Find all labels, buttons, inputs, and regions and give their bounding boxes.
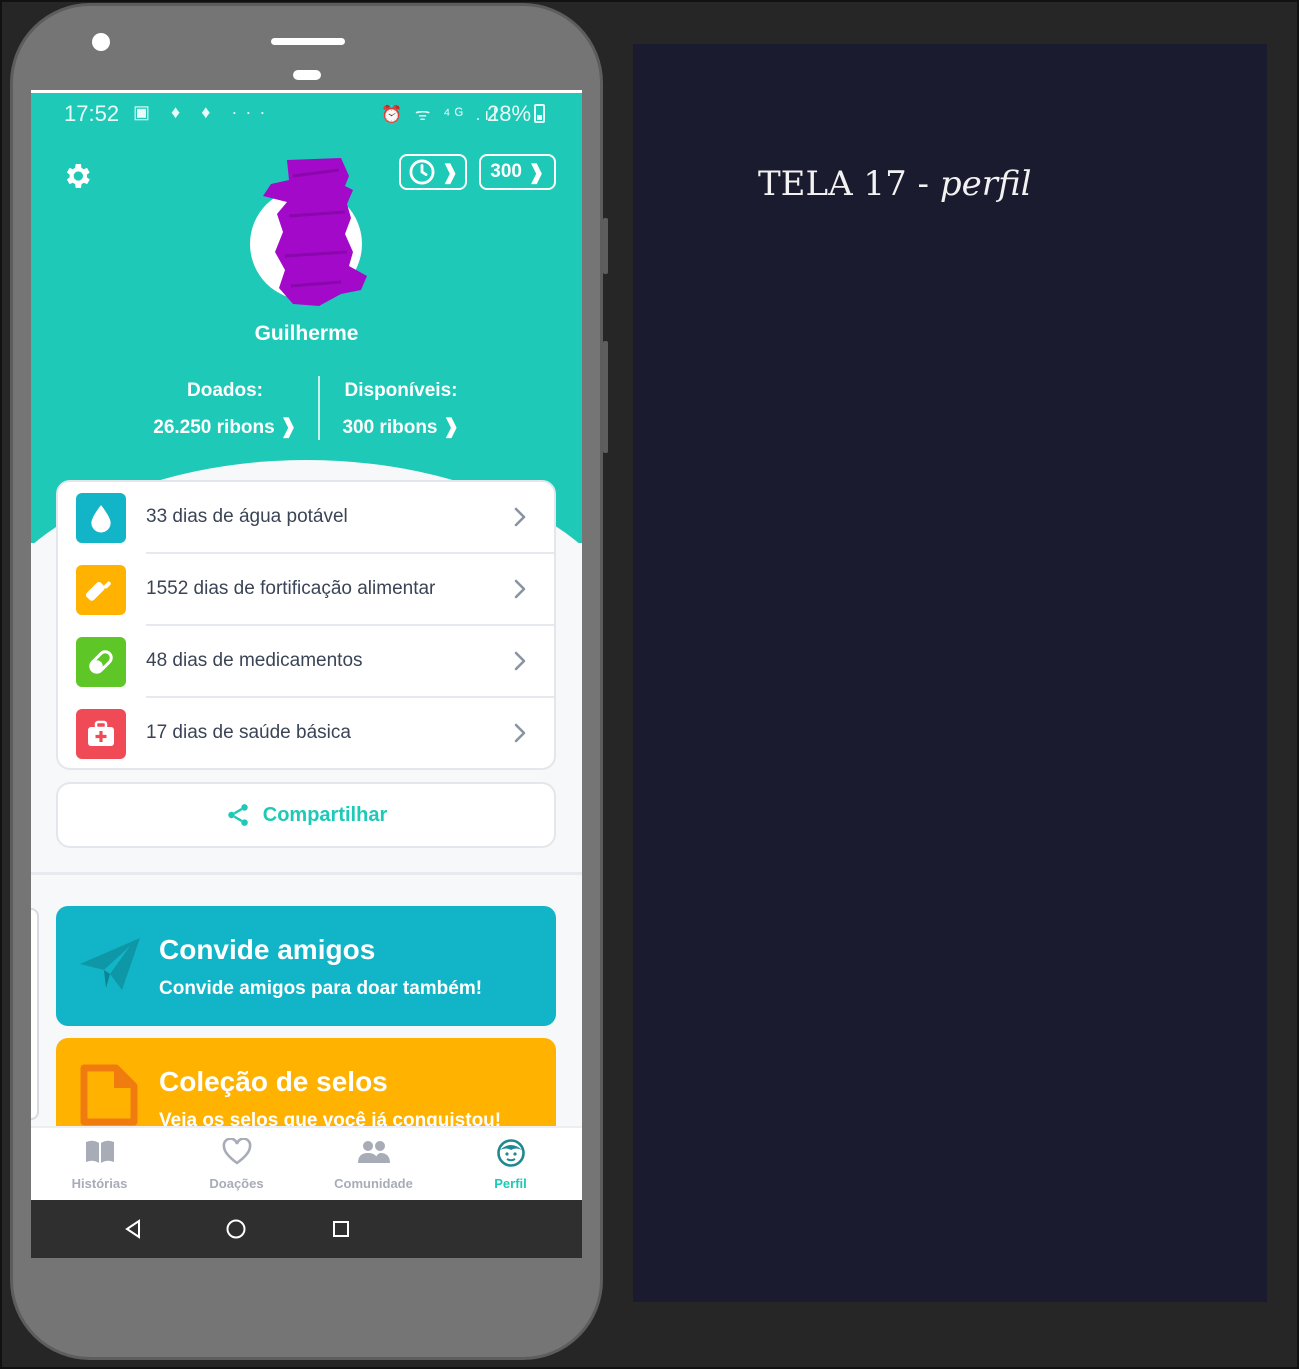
list-item-health[interactable]: 17 dias de saúde básica xyxy=(58,698,554,770)
invite-subtitle: Convide amigos para doar também! xyxy=(159,978,483,999)
nav-label-community: Comunidade xyxy=(334,1176,413,1191)
donated-stat: Doados: 26.250 ribons ❱ xyxy=(125,380,325,439)
share-button[interactable]: Compartilhar xyxy=(56,782,556,848)
notification-icons: ▣ ♦ ♦ ··· xyxy=(133,102,274,122)
caption-separator: - xyxy=(906,164,940,204)
gear-icon[interactable] xyxy=(61,160,93,192)
book-icon xyxy=(85,1140,114,1163)
people-icon xyxy=(357,1141,390,1163)
ribbon-icon: ❱ xyxy=(442,414,460,438)
phone-mockup: 17:52 ▣ ♦ ♦ ··· ⏰ ᯤ ⁴ᴳ .ıl 28% ❱ 300 ❱ G… xyxy=(10,3,608,1360)
pill-icon xyxy=(76,637,126,687)
power-button xyxy=(603,341,608,453)
ribbon-balance-value: 300 xyxy=(490,161,522,182)
impact-list: 33 dias de água potável 1552 dias de for… xyxy=(56,480,556,770)
front-camera xyxy=(92,33,110,51)
invite-friends-card[interactable]: Convide amigos Convide amigos para doar … xyxy=(56,906,556,1026)
stamp-document-icon xyxy=(80,1064,138,1126)
available-value-row: 300 ribons ❱ xyxy=(301,416,501,439)
nav-item-donations[interactable]: Doações xyxy=(168,1128,305,1203)
history-timer-button[interactable]: ❱ xyxy=(399,154,467,190)
volume-button xyxy=(603,218,608,274)
status-time: 17:52 xyxy=(64,101,120,126)
paper-plane-icon xyxy=(80,938,140,990)
carousel-previous-card[interactable] xyxy=(31,908,39,1120)
baby-bottle-icon xyxy=(76,565,126,615)
stamps-title: Coleção de selos xyxy=(159,1066,388,1097)
ribbon-icon: ❱ xyxy=(527,160,545,184)
chevron-right-icon xyxy=(514,723,526,743)
nav-label-profile: Perfil xyxy=(494,1176,527,1191)
connectivity-icons: ⏰ ᯤ ⁴ᴳ .ıl xyxy=(381,105,501,124)
system-navigation-bar xyxy=(31,1200,582,1258)
available-stat: Disponíveis: 300 ribons ❱ xyxy=(301,380,501,439)
donated-label: Doados: xyxy=(187,380,263,401)
first-aid-kit-icon xyxy=(76,709,126,759)
list-item-label: 33 dias de água potável xyxy=(146,506,348,527)
status-bar: 17:52 ▣ ♦ ♦ ··· ⏰ ᯤ ⁴ᴳ .ıl 28% xyxy=(31,98,582,130)
earpiece-speaker xyxy=(271,38,345,45)
list-item-water[interactable]: 33 dias de água potável xyxy=(58,482,554,554)
recent-apps-icon[interactable] xyxy=(331,1218,351,1240)
list-item-medicine[interactable]: 48 dias de medicamentos xyxy=(58,626,554,698)
app-screen: 17:52 ▣ ♦ ♦ ··· ⏰ ᯤ ⁴ᴳ .ıl 28% ❱ 300 ❱ G… xyxy=(31,90,582,1258)
share-label: Compartilhar xyxy=(262,803,388,826)
avatar-redaction-scribble xyxy=(263,158,367,306)
nav-item-community[interactable]: Comunidade xyxy=(305,1128,442,1203)
available-label: Disponíveis: xyxy=(344,380,458,401)
water-drop-icon xyxy=(76,493,126,543)
nav-item-histories[interactable]: Histórias xyxy=(31,1128,168,1203)
ribbon-icon: ❱ xyxy=(441,160,459,184)
list-item-label: 1552 dias de fortificação alimentar xyxy=(146,578,436,599)
list-item-label: 48 dias de medicamentos xyxy=(146,650,363,671)
home-icon[interactable] xyxy=(225,1218,247,1240)
available-value: 300 ribons xyxy=(342,417,438,438)
chevron-right-icon xyxy=(514,579,526,599)
ribbon-icon: ❱ xyxy=(279,414,297,438)
clock-icon xyxy=(409,159,435,185)
donated-value: 26.250 ribons xyxy=(153,417,275,438)
share-icon xyxy=(228,804,248,826)
screen-top-edge xyxy=(31,90,582,93)
caption-screen-name: perfil xyxy=(939,164,1032,204)
nav-item-profile[interactable]: Perfil xyxy=(442,1128,579,1203)
screen-caption: TELA 17 - perfil xyxy=(758,164,1032,204)
invite-title: Convide amigos xyxy=(159,934,376,965)
caption-prefix: TELA 17 xyxy=(758,164,907,204)
list-item-label: 17 dias de saúde básica xyxy=(146,722,351,743)
chevron-right-icon xyxy=(514,507,526,527)
heart-icon xyxy=(222,1138,251,1165)
list-item-food[interactable]: 1552 dias de fortificação alimentar xyxy=(58,554,554,626)
user-name: Guilherme xyxy=(254,322,359,345)
nav-label-histories: Histórias xyxy=(71,1176,128,1191)
bottom-navigation: Histórias Doações Comunidade Perfil xyxy=(31,1126,582,1201)
section-divider xyxy=(31,872,582,875)
donated-value-row: 26.250 ribons ❱ xyxy=(125,416,325,439)
battery-level: 28% xyxy=(487,101,532,126)
ribbon-balance-button[interactable]: 300 ❱ xyxy=(479,154,556,190)
back-icon[interactable] xyxy=(123,1218,143,1240)
proximity-sensor xyxy=(293,70,321,80)
nav-label-donations: Doações xyxy=(209,1176,264,1191)
profile-face-icon xyxy=(496,1139,525,1167)
battery-icon xyxy=(534,104,545,123)
annotation-panel: TELA 17 - perfil xyxy=(633,44,1267,1302)
chevron-right-icon xyxy=(514,651,526,671)
